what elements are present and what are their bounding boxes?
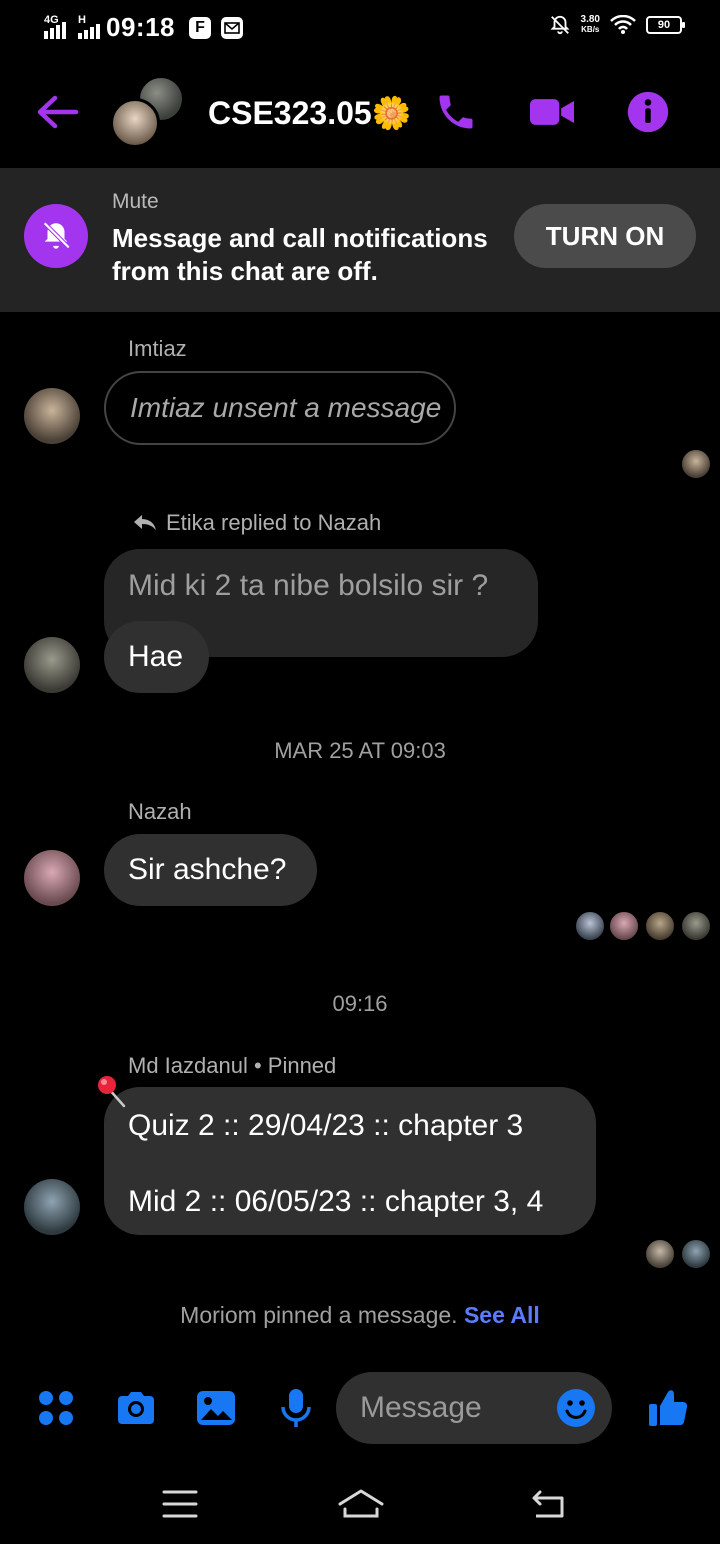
message-input-box (336, 1372, 612, 1444)
message-bubble[interactable]: Sir ashche? (104, 834, 317, 906)
chat-header: CSE323.05🌼 (0, 62, 720, 166)
notifications-off-icon (549, 15, 570, 35)
read-receipt-avatar (644, 1238, 676, 1270)
read-receipt-avatar (644, 910, 676, 942)
clock: 09:18 (106, 12, 175, 42)
facebook-notification-icon: F (189, 16, 211, 39)
home-icon[interactable] (336, 1484, 386, 1524)
turn-on-notifications-button[interactable]: TURN ON (514, 204, 696, 268)
date-separator: MAR 25 AT 09:03 (274, 738, 446, 763)
avatar[interactable] (24, 388, 80, 444)
read-receipt-avatar (608, 910, 640, 942)
recents-icon[interactable] (158, 1484, 202, 1524)
group-avatar[interactable] (108, 76, 188, 152)
mail-notification-icon (221, 16, 243, 39)
message-input[interactable] (360, 1372, 540, 1444)
network-speed: 3.80 KB/s (580, 14, 600, 35)
emoji-icon[interactable] (556, 1388, 596, 1428)
avatar[interactable] (24, 850, 80, 906)
reply-context: Etika replied to Nazah (132, 510, 381, 536)
phone-icon[interactable] (434, 90, 478, 134)
sender-name-pinned: Md Iazdanul • Pinned (128, 1053, 337, 1078)
message-bubble[interactable]: Hae (104, 621, 209, 693)
pushpin-icon (98, 1076, 126, 1108)
video-camera-icon[interactable] (528, 90, 576, 134)
read-receipt-avatar (680, 910, 712, 942)
status-bar: 4G H 09:18 F 3.80 KB/s 90 (0, 0, 720, 56)
muted-bell-icon (24, 204, 88, 268)
mute-label: Mute (112, 190, 159, 213)
sender-name: Imtiaz (128, 336, 187, 361)
info-icon[interactable] (626, 90, 670, 134)
gallery-icon[interactable] (194, 1386, 238, 1430)
unsent-message[interactable]: Imtiaz unsent a message (104, 371, 456, 445)
camera-icon[interactable] (114, 1386, 158, 1430)
chat-title[interactable]: CSE323.05🌼 (208, 94, 412, 132)
message-composer (0, 1370, 720, 1450)
see-all-link[interactable]: See All (464, 1302, 540, 1328)
back-arrow-icon[interactable] (34, 92, 80, 132)
avatar[interactable] (24, 1179, 80, 1235)
thumbs-up-icon[interactable] (646, 1386, 690, 1430)
time-separator: 09:16 (332, 991, 388, 1016)
wifi-icon (610, 15, 636, 34)
menu-grid-icon[interactable] (34, 1386, 78, 1430)
signal-4g-icon: 4G (44, 14, 66, 39)
back-icon[interactable] (528, 1484, 572, 1524)
system-message: Moriom pinned a message. See All (180, 1302, 540, 1328)
mute-banner: Mute Message and call notifications from… (0, 168, 720, 312)
group-avatar-member-2 (110, 98, 160, 148)
battery-icon: 90 (646, 16, 685, 34)
avatar[interactable] (24, 637, 80, 693)
microphone-icon[interactable] (274, 1386, 318, 1430)
signal-h-icon: H (78, 14, 100, 39)
read-receipt-avatar (680, 448, 712, 480)
pinned-message[interactable]: Quiz 2 :: 29/04/23 :: chapter 3 Mid 2 ::… (104, 1087, 596, 1235)
system-navigation-bar (0, 1470, 720, 1544)
read-receipt-avatar (680, 1238, 712, 1270)
reply-icon (134, 515, 156, 530)
read-receipt-avatar (574, 910, 606, 942)
sender-name: Nazah (128, 799, 192, 824)
mute-description: Message and call notifications from this… (112, 223, 488, 286)
